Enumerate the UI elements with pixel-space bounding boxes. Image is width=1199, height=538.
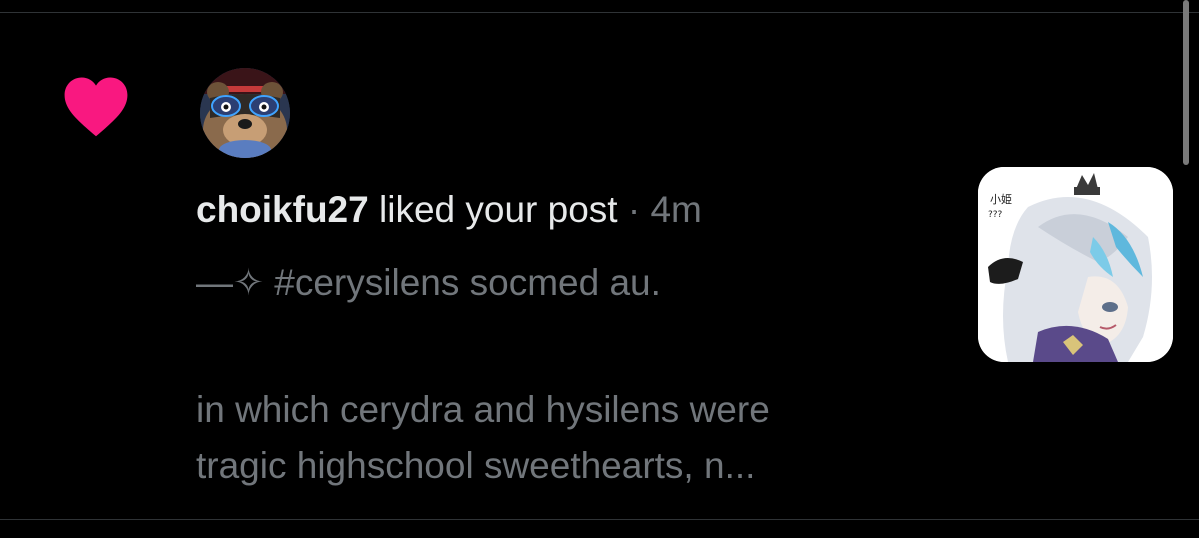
avatar[interactable] (200, 68, 290, 158)
post-thumbnail-illustration: 小姫 ??? (978, 167, 1173, 362)
notification-action: liked your post (379, 189, 618, 230)
post-preview-line[interactable]: in which cerydra and hysilens were (196, 386, 770, 434)
heart-icon (64, 77, 128, 137)
thumbnail-lettering: 小姫 (990, 192, 1012, 206)
username-link[interactable]: choikfu27 (196, 189, 369, 230)
avatar-tanuki-illustration (200, 68, 290, 158)
heart-shape (64, 77, 128, 137)
post-preview-line[interactable]: tragic highschool sweethearts, n... (196, 442, 755, 490)
post-thumbnail[interactable]: 小姫 ??? (978, 167, 1173, 362)
scrollbar[interactable] (1183, 0, 1189, 165)
separator-dot: · (627, 189, 641, 230)
thumbnail-lettering-2: ??? (988, 210, 1003, 220)
notification-headline: choikfu27 liked your post · 4m (196, 186, 702, 234)
top-divider (0, 12, 1199, 13)
timestamp: 4m (650, 189, 702, 230)
post-preview-line[interactable]: —✧ #cerysilens socmed au. (196, 259, 661, 307)
bottom-divider (0, 519, 1199, 520)
